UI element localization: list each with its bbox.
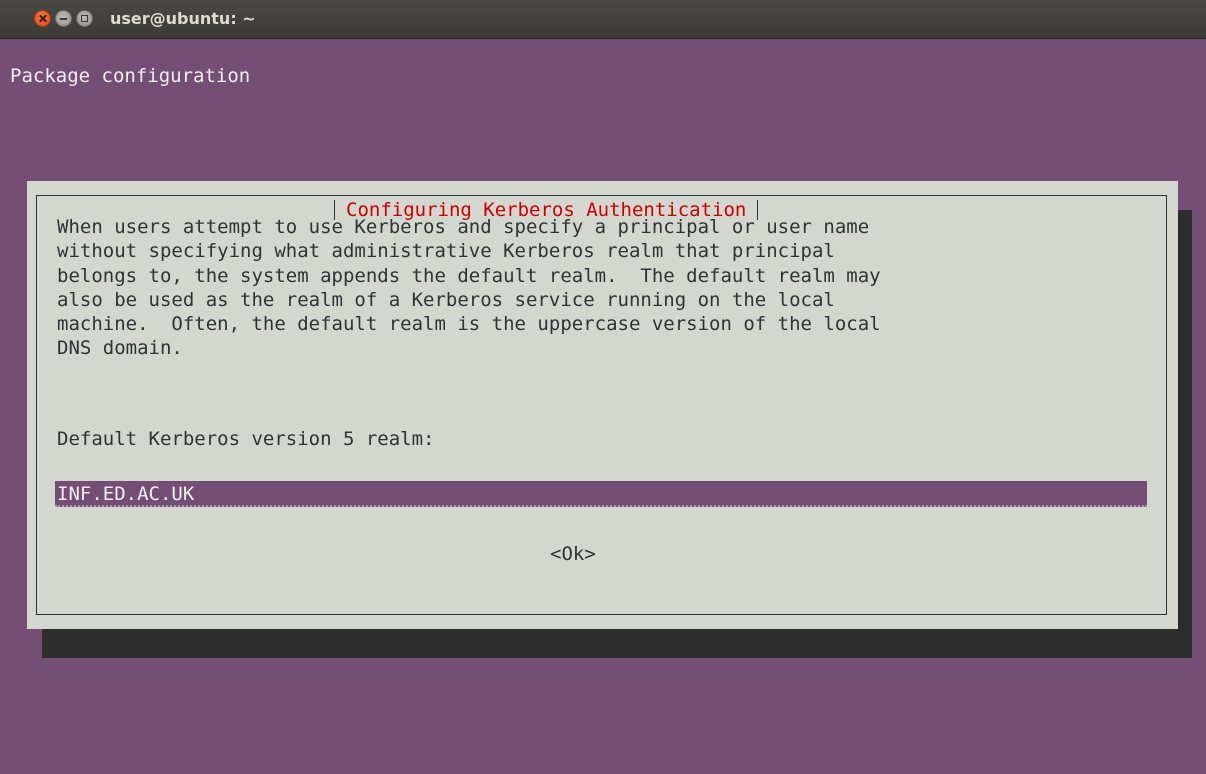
title-bar[interactable]: user@ubuntu: ~ [0, 0, 1206, 39]
minimize-icon[interactable] [55, 10, 72, 27]
maximize-icon[interactable] [76, 10, 93, 27]
dialog-description: When users attempt to use Kerberos and s… [57, 215, 881, 361]
description-line: When users attempt to use Kerberos and s… [57, 216, 870, 238]
description-line: also be used as the realm of a Kerberos … [57, 288, 835, 311]
description-line: machine. Often, the default realm is the… [57, 313, 881, 336]
description-line: DNS domain. [57, 337, 183, 360]
window-title: user@ubuntu: ~ [110, 9, 256, 28]
description-line: without specifying what administrative K… [57, 240, 835, 263]
description-line: belongs to, the system appends the defau… [57, 264, 881, 287]
package-configuration-header: Package configuration [10, 65, 251, 87]
kerberos-config-dialog: Configuring Kerberos Authentication When… [27, 181, 1178, 629]
realm-input[interactable]: INF.ED.AC.UK [55, 481, 1147, 507]
terminal-window: user@ubuntu: ~ Package configuration Con… [0, 0, 1206, 774]
realm-prompt-label: Default Kerberos version 5 realm: [57, 428, 435, 450]
ok-button[interactable]: <Ok> [550, 542, 596, 566]
realm-input-value[interactable]: INF.ED.AC.UK [57, 481, 194, 507]
close-icon[interactable] [34, 10, 51, 27]
